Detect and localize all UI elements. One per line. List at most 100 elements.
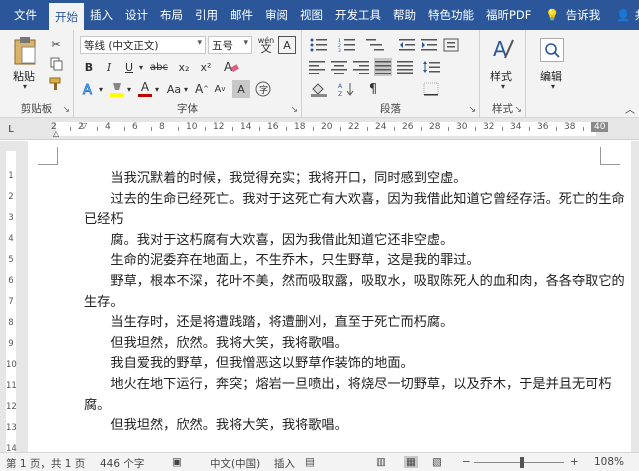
- line-spacing-icon[interactable]: [420, 58, 442, 76]
- clipboard-launcher-icon[interactable]: ↘: [62, 105, 70, 115]
- font-launcher-icon[interactable]: ↘: [290, 105, 298, 115]
- tab-review[interactable]: 审阅: [259, 0, 294, 30]
- numbering-icon[interactable]: 123: [336, 36, 358, 54]
- char-border-icon[interactable]: A: [278, 36, 296, 54]
- document-paragraph[interactable]: 但我坦然，欣然。我将大笑，我将歌唱。: [84, 334, 629, 355]
- highlight-dropdown-icon[interactable]: ▾: [125, 82, 133, 96]
- char-shading-button[interactable]: A: [232, 80, 250, 98]
- zoom-in-button[interactable]: +: [570, 456, 579, 468]
- status-mode[interactable]: 插入: [274, 456, 295, 471]
- italic-button[interactable]: I: [100, 58, 118, 76]
- zoom-slider[interactable]: [474, 462, 564, 463]
- tab-foxit-pdf[interactable]: 福昕PDF: [480, 0, 537, 30]
- distributed-icon[interactable]: [396, 58, 414, 76]
- macro-icon[interactable]: ▤: [305, 456, 315, 468]
- document-paragraph[interactable]: 我自爱我的野草，但我憎恶这以野草作装饰的地面。: [84, 354, 629, 375]
- bold-button[interactable]: B: [80, 58, 98, 76]
- styles-icon[interactable]: A: [490, 36, 516, 66]
- subscript-button[interactable]: x₂: [174, 58, 194, 76]
- editing-icon[interactable]: [540, 38, 564, 62]
- editing-dropdown-icon[interactable]: ▾: [548, 82, 558, 91]
- tab-home[interactable]: 开始: [49, 3, 84, 30]
- tab-file[interactable]: 文件: [0, 0, 49, 30]
- web-layout-icon[interactable]: ▧: [432, 456, 442, 468]
- document-paragraph[interactable]: 生命的泥委弃在地面上，不生乔木，只生野草，这是我的罪过。: [84, 251, 629, 272]
- read-mode-icon[interactable]: ▥: [376, 456, 386, 468]
- zoom-slider-thumb[interactable]: [520, 457, 524, 468]
- tab-selector-icon[interactable]: L: [4, 122, 18, 136]
- text-effects-icon[interactable]: A: [80, 80, 98, 98]
- document-paragraph[interactable]: 当我沉默着的时候，我觉得充实；我将开口，同时感到空虚。: [84, 169, 629, 190]
- decrease-indent-icon[interactable]: [398, 36, 416, 54]
- tab-references[interactable]: 引用: [189, 0, 224, 30]
- strikethrough-button[interactable]: abc: [148, 58, 170, 76]
- styles-launcher-icon[interactable]: ↘: [514, 105, 522, 115]
- tab-view[interactable]: 视图: [294, 0, 329, 30]
- text-effects-dropdown-icon[interactable]: ▾: [97, 82, 105, 96]
- status-words[interactable]: 446 个字: [100, 456, 144, 471]
- enclose-char-icon[interactable]: 字: [254, 80, 272, 98]
- align-left-icon[interactable]: [308, 58, 326, 76]
- show-marks-icon[interactable]: ¶: [364, 80, 382, 98]
- print-layout-icon[interactable]: ▦: [404, 456, 418, 468]
- horizontal-ruler[interactable]: L ▽ △ 2 2 4 6 8 10 12 14 16 18 20 22 24 26 28 30 32 34 36 3…: [0, 118, 639, 140]
- copy-icon[interactable]: [48, 56, 64, 72]
- sort-icon[interactable]: AZ: [336, 80, 358, 98]
- tab-mailings[interactable]: 邮件: [224, 0, 259, 30]
- vertical-ruler[interactable]: 1 2 3 4 5 6 7 8 9 10 11 12 13 14: [0, 141, 22, 454]
- grow-font-button[interactable]: A ^: [194, 80, 210, 98]
- paragraph-launcher-icon[interactable]: ↘: [468, 105, 476, 115]
- zoom-level[interactable]: 108%: [594, 456, 624, 468]
- multilevel-list-icon[interactable]: [364, 36, 386, 54]
- underline-dropdown-icon[interactable]: ▾: [137, 60, 145, 74]
- tell-me-button[interactable]: 💡 告诉我: [537, 7, 608, 23]
- font-color-dropdown-icon[interactable]: ▾: [153, 82, 161, 96]
- change-case-button[interactable]: Aa: [164, 80, 184, 98]
- vertical-ruler-number: 7: [8, 297, 14, 307]
- chinese-layout-icon[interactable]: [442, 36, 460, 54]
- justify-icon[interactable]: [374, 58, 392, 76]
- document-paragraph[interactable]: 地火在地下运行，奔突；熔岩一旦喷出，将烧尽一切野草，以及乔木，于是并且无可朽腐。: [84, 375, 629, 416]
- font-name-combo[interactable]: 等线 (中文正文) ▾: [80, 36, 206, 54]
- document-paragraph[interactable]: 过去的生命已经死亡。我对于这死亡有大欢喜，因为我借此知道它曾经存活。死亡的生命已…: [84, 190, 629, 231]
- tab-design[interactable]: 设计: [119, 0, 154, 30]
- zoom-out-button[interactable]: −: [462, 456, 471, 468]
- tab-developer[interactable]: 开发工具: [329, 0, 387, 30]
- status-page[interactable]: 第 1 页，共 1 页: [6, 456, 85, 471]
- share-button[interactable]: 👤 共享: [608, 7, 639, 23]
- clear-format-icon[interactable]: A: [222, 58, 240, 76]
- styles-dropdown-icon[interactable]: ▾: [498, 82, 508, 91]
- change-case-dropdown-icon[interactable]: ▾: [182, 82, 190, 96]
- paste-icon[interactable]: [10, 36, 40, 66]
- shrink-font-button[interactable]: Av: [212, 80, 228, 98]
- document-paragraph[interactable]: 腐。我对于这朽腐有大欢喜，因为我借此知道它还非空虚。: [84, 231, 629, 252]
- font-color-button[interactable]: A: [136, 79, 154, 98]
- font-size-combo[interactable]: 五号 ▾: [208, 36, 252, 54]
- superscript-button[interactable]: x²: [196, 58, 216, 76]
- collapse-ribbon-icon[interactable]: ︿: [624, 102, 636, 116]
- paste-dropdown-icon[interactable]: ▾: [20, 82, 30, 91]
- increase-indent-icon[interactable]: [420, 36, 438, 54]
- borders-icon[interactable]: [420, 80, 442, 98]
- underline-button[interactable]: U: [120, 58, 138, 76]
- align-right-icon[interactable]: [352, 58, 370, 76]
- proofing-icon[interactable]: ▣: [172, 456, 182, 468]
- document-paragraph[interactable]: 当生存时，还是将遭践踏，将遭删刈，直至于死亡而朽腐。: [84, 313, 629, 334]
- align-center-icon[interactable]: [330, 58, 348, 76]
- ruler-number: 36: [537, 122, 549, 132]
- phonetic-guide-icon[interactable]: wén 文: [256, 35, 276, 55]
- document-body[interactable]: 当我沉默着的时候，我觉得充实；我将开口，同时感到空虚。 过去的生命已经死亡。我对于…: [84, 169, 629, 437]
- status-language[interactable]: 中文(中国): [210, 456, 260, 471]
- document-paragraph[interactable]: 但我坦然，欣然。我将大笑，我将歌唱。: [84, 416, 629, 437]
- format-painter-icon[interactable]: [48, 76, 64, 92]
- document-paragraph[interactable]: 野草，根本不深，花叶不美，然而吸取露，吸取水，吸取陈死人的血和肉，各各夺取它的生…: [84, 272, 629, 313]
- shading-icon[interactable]: [308, 80, 330, 98]
- bullets-icon[interactable]: [308, 36, 330, 54]
- tab-layout[interactable]: 布局: [154, 0, 189, 30]
- highlight-color-icon[interactable]: [108, 80, 126, 98]
- document-page[interactable]: 当我沉默着的时候，我觉得充实；我将开口，同时感到空虚。 过去的生命已经死亡。我对于…: [28, 141, 631, 452]
- tab-special[interactable]: 特色功能: [422, 0, 480, 30]
- tab-insert[interactable]: 插入: [84, 0, 119, 30]
- cut-icon[interactable]: ✂: [48, 36, 64, 52]
- tab-help[interactable]: 帮助: [387, 0, 422, 30]
